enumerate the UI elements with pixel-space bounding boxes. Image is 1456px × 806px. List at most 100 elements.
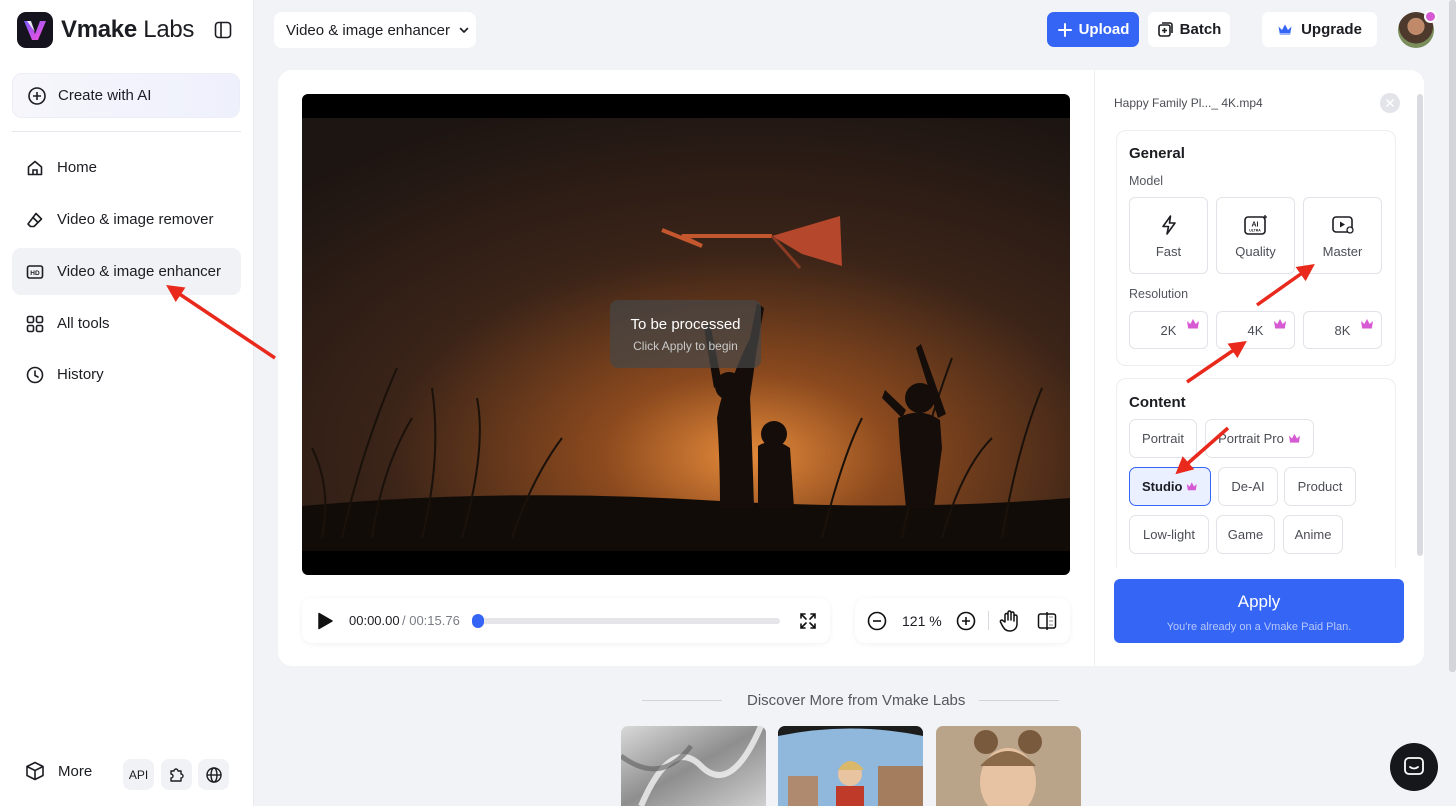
- seek-handle[interactable]: [472, 614, 484, 628]
- model-label-text: Master: [1322, 244, 1363, 259]
- model-label-text: Quality: [1235, 244, 1276, 259]
- sidebar-collapse-icon[interactable]: [213, 20, 233, 40]
- lightning-icon: [1161, 215, 1176, 235]
- discover-thumbnail[interactable]: [778, 726, 923, 806]
- plugin-button[interactable]: [161, 759, 192, 790]
- sidebar-item-home[interactable]: Home: [12, 144, 241, 191]
- discover-thumbnail[interactable]: [936, 726, 1081, 806]
- resolution-8k[interactable]: 8K: [1303, 311, 1382, 349]
- sidebar-item-label: All tools: [57, 315, 110, 332]
- resolution-label-text: 4K: [1247, 322, 1264, 338]
- discover-thumbnail[interactable]: [621, 726, 766, 806]
- hand-pan-icon[interactable]: [999, 609, 1021, 633]
- page-scrollbar[interactable]: [1449, 0, 1456, 672]
- model-fast[interactable]: Fast: [1129, 197, 1208, 274]
- tool-select-dropdown[interactable]: Video & image enhancer: [274, 12, 476, 48]
- language-button[interactable]: [198, 759, 229, 790]
- resolution-label-text: 8K: [1334, 322, 1351, 338]
- chip-label: Low-light: [1142, 527, 1196, 542]
- plus-circle-icon: [28, 86, 46, 105]
- panel-scrollbar[interactable]: [1417, 94, 1423, 556]
- sidebar-item-label: Home: [57, 159, 98, 176]
- upgrade-button[interactable]: Upgrade: [1262, 12, 1377, 47]
- content-chip-portrait-pro[interactable]: Portrait Pro: [1205, 419, 1314, 458]
- create-with-ai-button[interactable]: Create with AI: [12, 73, 240, 118]
- crown-icon: [1274, 319, 1286, 329]
- play-icon[interactable]: [316, 611, 334, 631]
- panel-divider: [1094, 70, 1095, 666]
- compare-split-icon[interactable]: [1036, 610, 1058, 632]
- upload-button[interactable]: Upload: [1047, 12, 1139, 47]
- processing-overlay: To be processed Click Apply to begin: [610, 300, 761, 368]
- svg-text:HD: HD: [30, 269, 40, 276]
- chip-label: Studio: [1142, 479, 1183, 494]
- fullscreen-icon[interactable]: [798, 611, 818, 631]
- processing-title: To be processed: [630, 316, 741, 333]
- chip-label: Product: [1297, 479, 1343, 494]
- chat-icon: [1404, 757, 1424, 775]
- vmake-logo: [17, 12, 53, 48]
- seek-bar[interactable]: [472, 614, 780, 628]
- apply-plan-note: You're already on a Vmake Paid Plan.: [1166, 621, 1352, 633]
- crown-icon: [1361, 319, 1373, 329]
- sidebar-divider: [12, 131, 241, 132]
- zoom-controls: 121 %: [855, 598, 1070, 643]
- content-chip-portrait[interactable]: Portrait: [1129, 419, 1197, 458]
- svg-text:AI: AI: [1251, 222, 1258, 229]
- content-chip-low-light[interactable]: Low-light: [1129, 515, 1209, 554]
- api-label: API: [128, 767, 149, 782]
- apply-button[interactable]: Apply You're already on a Vmake Paid Pla…: [1114, 579, 1404, 643]
- more-label: More: [58, 762, 93, 780]
- box-icon: [26, 761, 44, 781]
- general-section: General Model Fast AI ULTRA Quality Maste…: [1116, 130, 1396, 366]
- more-button[interactable]: More: [24, 760, 92, 782]
- upload-label: Upload: [1078, 21, 1130, 38]
- current-time: 00:00.00: [349, 613, 400, 628]
- zoom-level: 121 %: [902, 613, 942, 629]
- content-chip-product[interactable]: Product: [1284, 467, 1356, 506]
- user-avatar[interactable]: [1398, 10, 1437, 48]
- sidebar-item-history[interactable]: History: [12, 351, 241, 398]
- resolution-2k[interactable]: 2K: [1129, 311, 1208, 349]
- tool-select-value: Video & image enhancer: [286, 21, 451, 39]
- brand[interactable]: Vmake Labs: [17, 12, 194, 48]
- general-title: General: [1129, 145, 1185, 162]
- sidebar-item-all-tools[interactable]: All tools: [12, 300, 241, 347]
- content-title: Content: [1129, 394, 1186, 411]
- file-name: Happy Family Pl..._ 4K.mp4: [1114, 96, 1263, 110]
- sidebar: Vmake Labs Create with AI Home Video & i…: [0, 0, 254, 806]
- ai-ultra-icon: AIULTRA: [1243, 215, 1267, 235]
- model-master[interactable]: Master: [1303, 197, 1382, 274]
- resolution-label-text: 2K: [1160, 322, 1177, 338]
- chat-support-button[interactable]: [1390, 743, 1438, 791]
- zoom-in-icon[interactable]: [955, 610, 977, 632]
- upgrade-label: Upgrade: [1301, 21, 1362, 38]
- chip-label: Portrait: [1142, 431, 1184, 446]
- brand-name: Vmake Labs: [61, 16, 195, 43]
- api-button[interactable]: API: [123, 759, 154, 790]
- sidebar-item-enhancer[interactable]: HD Video & image enhancer: [12, 248, 241, 295]
- sidebar-item-label: History: [57, 366, 104, 383]
- batch-label: Batch: [1179, 21, 1222, 38]
- zoom-out-icon[interactable]: [866, 610, 888, 632]
- content-chip-game[interactable]: Game: [1216, 515, 1275, 554]
- chip-label: Anime: [1294, 527, 1332, 542]
- model-quality[interactable]: AI ULTRA Quality: [1216, 197, 1295, 274]
- grid-icon: [26, 315, 44, 332]
- sidebar-item-remover[interactable]: Video & image remover: [12, 196, 241, 243]
- puzzle-icon: [169, 767, 184, 782]
- chip-label: De-AI: [1231, 479, 1265, 494]
- batch-button[interactable]: Batch: [1148, 12, 1230, 47]
- content-chip-anime[interactable]: Anime: [1283, 515, 1343, 554]
- content-section: Content Portrait Portrait Pro Studio De-…: [1116, 378, 1396, 568]
- chip-label: Portrait Pro: [1218, 431, 1284, 446]
- content-chip-de-ai[interactable]: De-AI: [1218, 467, 1278, 506]
- resolution-4k[interactable]: 4K: [1216, 311, 1295, 349]
- crown-icon: [1187, 482, 1198, 491]
- eraser-icon: [27, 212, 43, 227]
- close-file-button[interactable]: [1380, 93, 1400, 113]
- discover-divider-left: [642, 700, 722, 701]
- zoom-separator: [988, 611, 989, 630]
- processing-hint: Click Apply to begin: [633, 339, 738, 353]
- content-chip-studio[interactable]: Studio: [1129, 467, 1211, 506]
